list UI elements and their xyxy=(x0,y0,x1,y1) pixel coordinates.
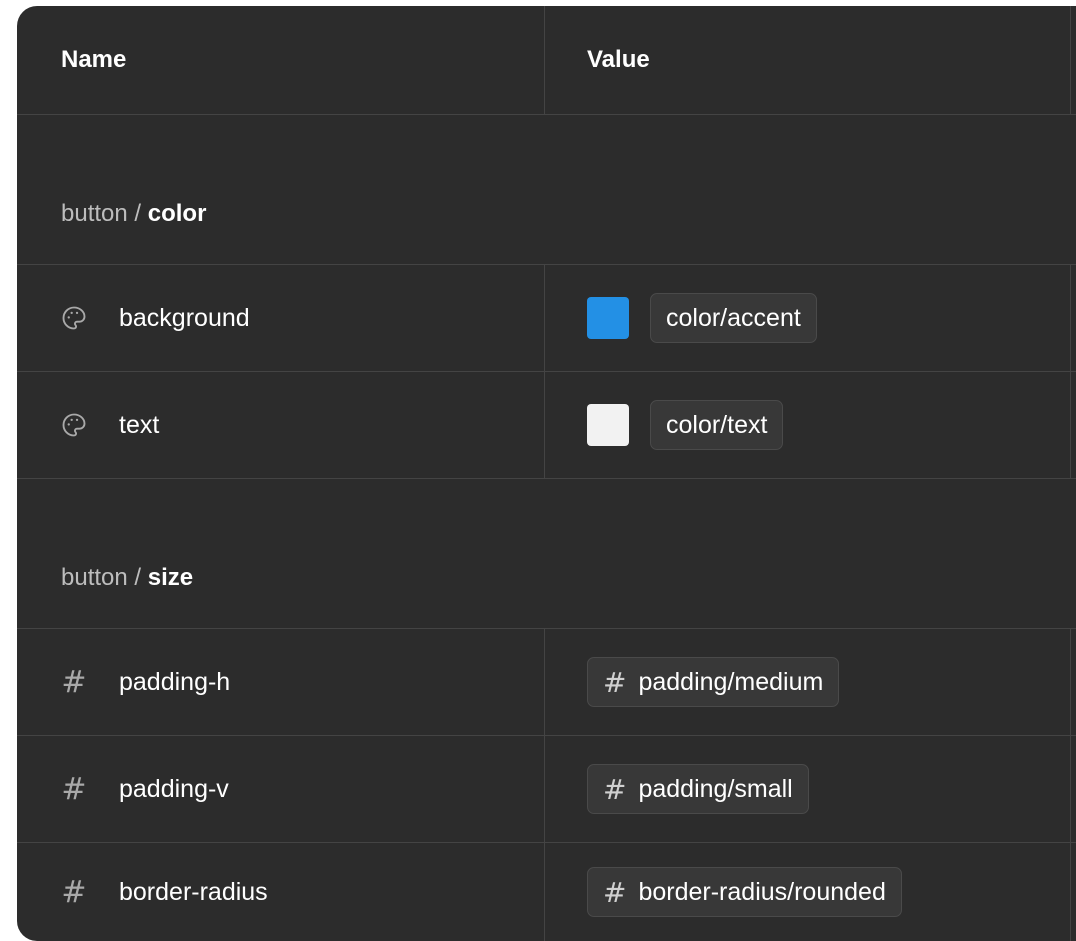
variable-name: padding-v xyxy=(119,774,229,803)
palette-icon xyxy=(57,301,91,335)
variable-name-cell: # padding-v xyxy=(57,736,229,842)
alias-chip[interactable]: # padding/medium xyxy=(587,657,840,707)
alias-chip[interactable]: color/text xyxy=(650,400,784,450)
variable-value-cell[interactable]: color/text xyxy=(587,372,784,478)
variable-name: text xyxy=(119,410,160,439)
variable-value-cell[interactable]: # border-radius/rounded xyxy=(587,843,902,941)
variable-name-cell: background xyxy=(57,265,250,371)
hash-icon: # xyxy=(61,771,87,807)
variable-value-cell[interactable]: # padding/small xyxy=(587,736,809,842)
alias-chip[interactable]: # padding/small xyxy=(587,764,809,814)
alias-value: color/accent xyxy=(666,303,801,332)
palette-icon xyxy=(57,408,91,442)
hash-icon: # xyxy=(603,772,627,806)
table-row[interactable]: # border-radius # border-radius/rounded xyxy=(17,843,1076,941)
variable-value-cell[interactable]: # padding/medium xyxy=(587,629,840,735)
alias-value: padding/small xyxy=(638,774,793,803)
variables-table: Name Value button / color background col… xyxy=(17,6,1076,941)
table-row[interactable]: background color/accent xyxy=(17,265,1076,372)
color-swatch xyxy=(587,404,629,446)
hash-icon: # xyxy=(61,664,87,700)
hash-icon: # xyxy=(603,875,627,909)
table-row[interactable]: # padding-v # padding/small xyxy=(17,736,1076,843)
table-row[interactable]: # padding-h # padding/medium xyxy=(17,629,1076,736)
color-swatch xyxy=(587,297,629,339)
alias-chip[interactable]: color/accent xyxy=(650,293,817,343)
variable-name-cell: # border-radius xyxy=(57,843,268,941)
group-name: color xyxy=(147,200,207,227)
table-header: Name Value xyxy=(17,6,1076,115)
group-prefix: button / xyxy=(61,200,148,227)
group-name: size xyxy=(147,564,194,591)
group-label: button / color xyxy=(61,200,206,228)
name-column-header[interactable]: Name xyxy=(61,6,126,114)
variable-name-cell: # padding-h xyxy=(57,629,230,735)
variable-name-cell: text xyxy=(57,372,159,478)
alias-chip[interactable]: # border-radius/rounded xyxy=(587,867,902,917)
value-column-header[interactable]: Value xyxy=(587,6,650,114)
table-row[interactable]: text color/text xyxy=(17,372,1076,479)
variable-name: background xyxy=(119,303,250,332)
alias-value: padding/medium xyxy=(638,667,824,696)
group-header-color[interactable]: button / color xyxy=(17,115,1076,265)
name-header-label: Name xyxy=(61,46,127,73)
value-header-label: Value xyxy=(587,46,650,73)
variable-value-cell[interactable]: color/accent xyxy=(587,265,817,371)
alias-value: color/text xyxy=(666,410,768,439)
hash-icon: # xyxy=(603,665,627,699)
variable-name: padding-h xyxy=(119,667,231,696)
group-label: button / size xyxy=(61,564,193,592)
group-header-size[interactable]: button / size xyxy=(17,479,1076,629)
alias-value: border-radius/rounded xyxy=(638,877,886,906)
hash-icon: # xyxy=(61,874,87,910)
group-prefix: button / xyxy=(61,564,148,591)
variable-name: border-radius xyxy=(119,877,268,906)
